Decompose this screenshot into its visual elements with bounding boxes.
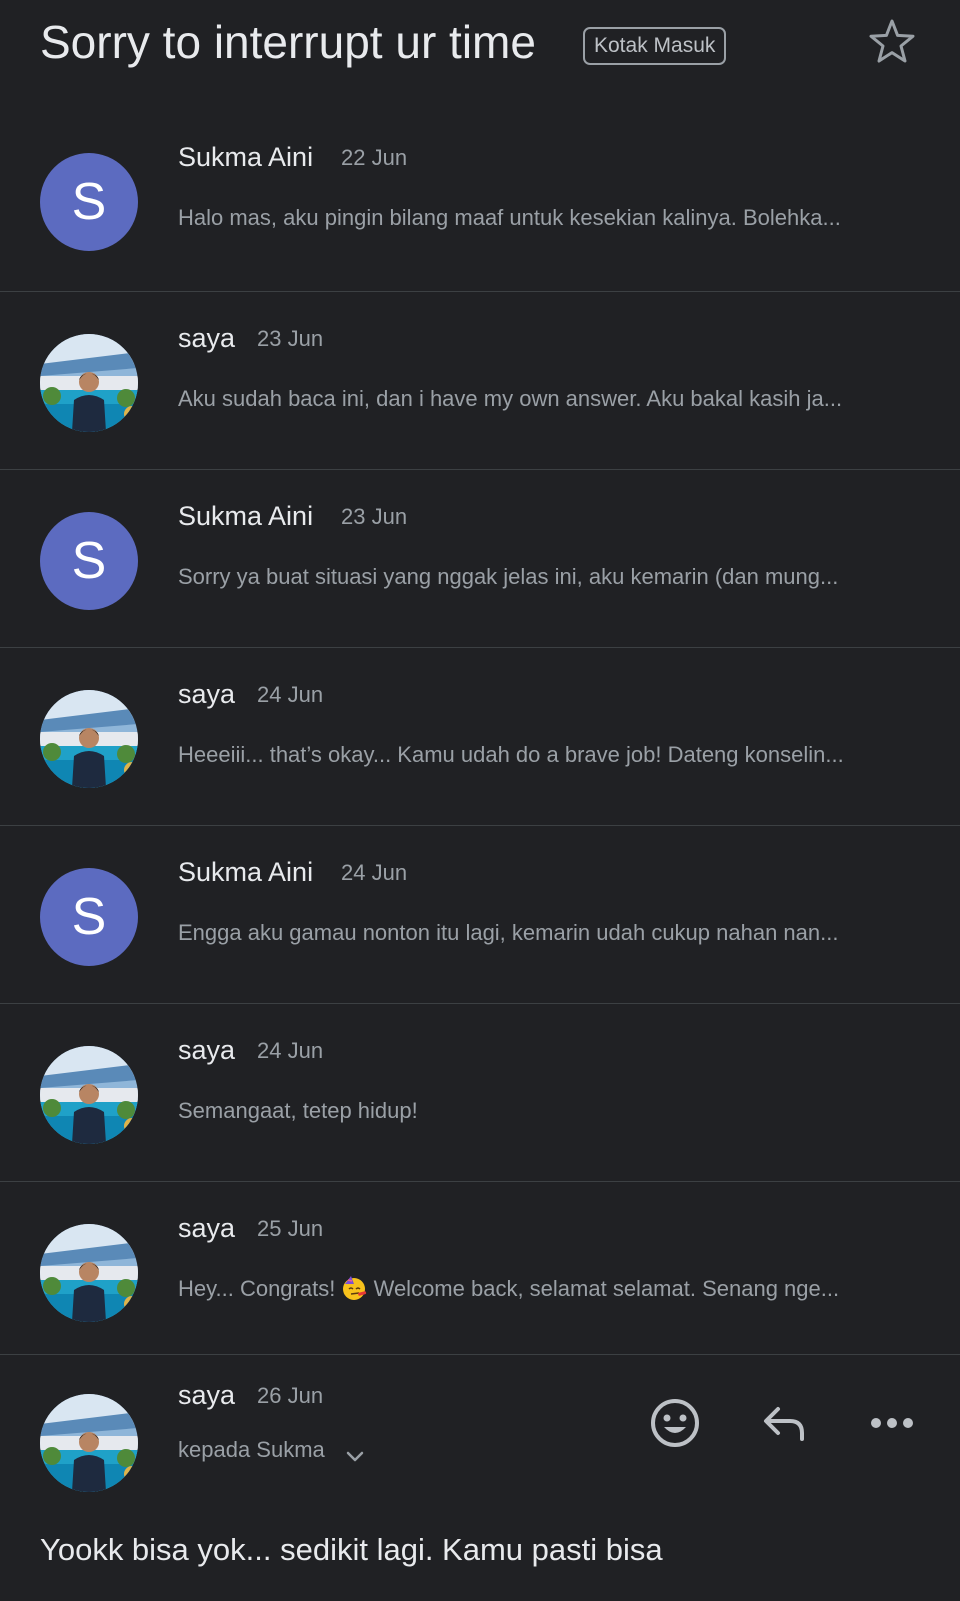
message-date: 24 Jun [341, 860, 408, 885]
thread-message[interactable]: S Sukma Aini 22 Jun Halo mas, aku pingin… [0, 111, 960, 291]
recipient-details-toggle[interactable]: kepada Sukma [178, 1435, 325, 1465]
message-date: 23 Jun [341, 504, 408, 529]
thread-message[interactable]: S Sukma Aini 23 Jun Sorry ya buat situas… [0, 469, 960, 647]
thread-subject: Sorry to interrupt ur time [40, 16, 536, 68]
thread-message[interactable]: saya 23 Jun Aku sudah baca ini, dan i ha… [0, 291, 960, 469]
avatar [40, 1394, 138, 1492]
sender-name: saya [178, 1035, 236, 1065]
avatar: S [40, 868, 138, 966]
thread-message[interactable]: saya 24 Jun Heeeiii... that’s okay... Ka… [0, 647, 960, 825]
sender-name: saya [178, 679, 236, 709]
message-snippet: Semangaat, tetep hidup! [178, 1098, 418, 1123]
chevron-down-icon[interactable] [344, 1445, 366, 1467]
avatar: S [40, 153, 138, 251]
message-snippet: Hey... Congrats! Welcome back, selamat s… [178, 1274, 903, 1304]
emoji-reaction-icon[interactable] [647, 1395, 703, 1451]
star-icon[interactable] [866, 16, 918, 68]
avatar [40, 1224, 138, 1322]
partying-face-emoji-icon [343, 1276, 367, 1300]
reply-icon[interactable] [756, 1395, 812, 1451]
message-body: Yookk bisa yok... sedikit lagi. Kamu pas… [40, 1532, 663, 1567]
avatar [40, 690, 138, 788]
thread-message[interactable]: saya 25 Jun Hey... Congrats! Welcome bac… [0, 1181, 960, 1359]
message-date: 24 Jun [257, 682, 324, 707]
message-snippet: Heeeiii... that’s okay... Kamu udah do a… [178, 742, 844, 767]
message-date: 24 Jun [257, 1038, 324, 1063]
message-snippet: Aku sudah baca ini, dan i have my own an… [178, 386, 843, 411]
sender-name: saya [178, 323, 236, 353]
avatar [40, 1046, 138, 1144]
more-options-icon[interactable] [864, 1395, 920, 1451]
label-chip-inbox[interactable]: Kotak Masuk [583, 27, 727, 65]
message-snippet: Halo mas, aku pingin bilang maaf untuk k… [178, 205, 841, 230]
snippet-text-end: Welcome back, selamat selamat. Senang ng… [373, 1276, 840, 1301]
message-date: 22 Jun [341, 145, 408, 170]
expanded-message: saya 26 Jun kepada Sukma Yookk bisa yok.… [0, 1354, 960, 1601]
avatar: S [40, 512, 138, 610]
message-snippet: Engga aku gamau nonton itu lagi, kemarin… [178, 920, 839, 945]
snippet-text-start: Hey... Congrats! [178, 1276, 336, 1301]
sender-name: saya [178, 1213, 236, 1243]
message-date: 23 Jun [257, 326, 324, 351]
thread-message[interactable]: saya 24 Jun Semangaat, tetep hidup! [0, 1003, 960, 1181]
message-snippet: Sorry ya buat situasi yang nggak jelas i… [178, 564, 839, 589]
message-date: 25 Jun [257, 1216, 324, 1241]
sender-name: Sukma Aini [178, 857, 314, 887]
avatar [40, 334, 138, 432]
thread-message[interactable]: S Sukma Aini 24 Jun Engga aku gamau nont… [0, 825, 960, 1003]
sender-name: saya [178, 1380, 236, 1410]
message-thread-list: S Sukma Aini 22 Jun Halo mas, aku pingin… [0, 111, 960, 1359]
thread-header: Sorry to interrupt ur time Kotak Masuk [0, 0, 960, 110]
sender-name: Sukma Aini [178, 142, 314, 172]
message-date: 26 Jun [257, 1383, 324, 1408]
sender-name: Sukma Aini [178, 501, 314, 531]
